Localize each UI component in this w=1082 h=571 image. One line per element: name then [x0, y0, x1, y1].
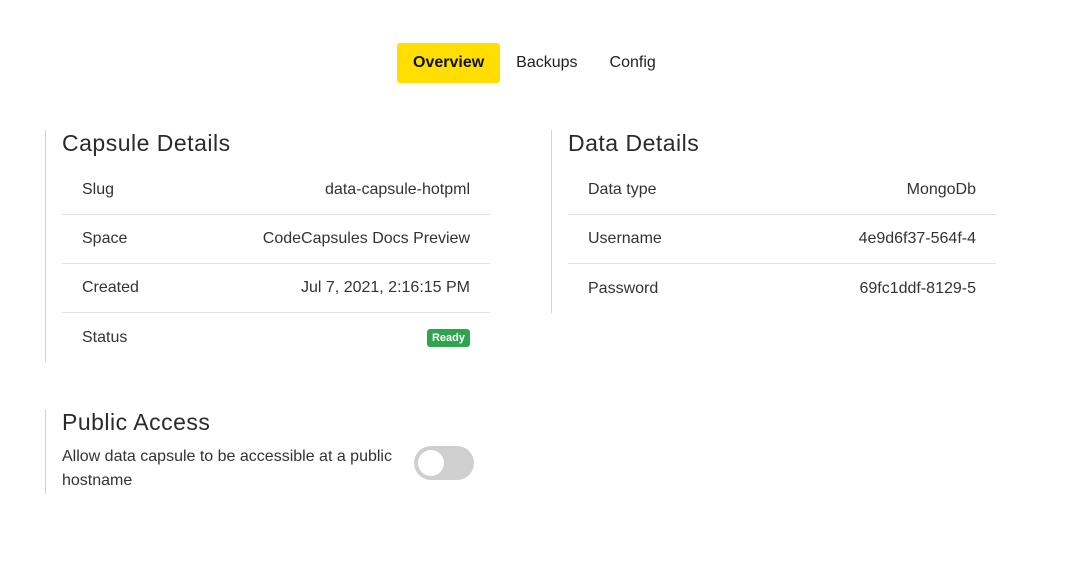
public-access-title: Public Access — [62, 409, 211, 435]
detail-label: Username — [588, 230, 662, 247]
status-badge: Ready — [426, 328, 470, 347]
detail-row-data-type: Data type MongoDb — [568, 166, 996, 215]
tab-overview[interactable]: Overview — [397, 43, 501, 83]
tab-backups[interactable]: Backups — [500, 43, 593, 83]
detail-value: 4e9d6f37-564f-4 — [858, 230, 976, 247]
data-details-section: Data Details Data type MongoDb Username … — [551, 130, 1011, 313]
detail-row-created: Created Jul 7, 2021, 2:16:15 PM — [62, 264, 490, 313]
detail-value: CodeCapsules Docs Preview — [262, 230, 470, 247]
detail-label: Created — [82, 279, 139, 296]
toggle-knob — [418, 450, 444, 476]
detail-row-space: Space CodeCapsules Docs Preview — [62, 215, 490, 264]
detail-label: Data type — [588, 181, 657, 198]
public-access-toggle[interactable] — [414, 446, 474, 480]
detail-value: 69fc1ddf-8129-5 — [859, 279, 976, 297]
page: Overview Backups Config Capsule Details … — [0, 0, 1082, 571]
tab-config[interactable]: Config — [594, 43, 672, 83]
detail-row-status: Status Ready — [62, 313, 490, 362]
data-details-title: Data Details — [568, 130, 700, 156]
public-access-description: Allow data capsule to be accessible at a… — [62, 448, 392, 489]
detail-row-username: Username 4e9d6f37-564f-4 — [568, 215, 996, 264]
detail-label: Status — [82, 328, 128, 346]
tab-bar: Overview Backups Config — [397, 43, 672, 83]
detail-label: Slug — [82, 181, 115, 198]
detail-value: data-capsule-hotpml — [325, 181, 470, 198]
detail-value: MongoDb — [906, 181, 976, 198]
data-details-list: Data type MongoDb Username 4e9d6f37-564f… — [568, 166, 996, 313]
detail-label: Space — [82, 230, 128, 247]
detail-value: Jul 7, 2021, 2:16:15 PM — [301, 279, 470, 296]
capsule-details-title: Capsule Details — [62, 130, 231, 156]
capsule-details-list: Slug data-capsule-hotpml Space CodeCapsu… — [62, 166, 490, 362]
detail-row-slug: Slug data-capsule-hotpml — [62, 166, 490, 215]
detail-label: Password — [588, 279, 659, 297]
capsule-details-section: Capsule Details Slug data-capsule-hotpml… — [45, 130, 505, 362]
public-access-section: Public Access Allow data capsule to be a… — [45, 409, 505, 494]
detail-row-password: Password 69fc1ddf-8129-5 — [568, 264, 996, 313]
